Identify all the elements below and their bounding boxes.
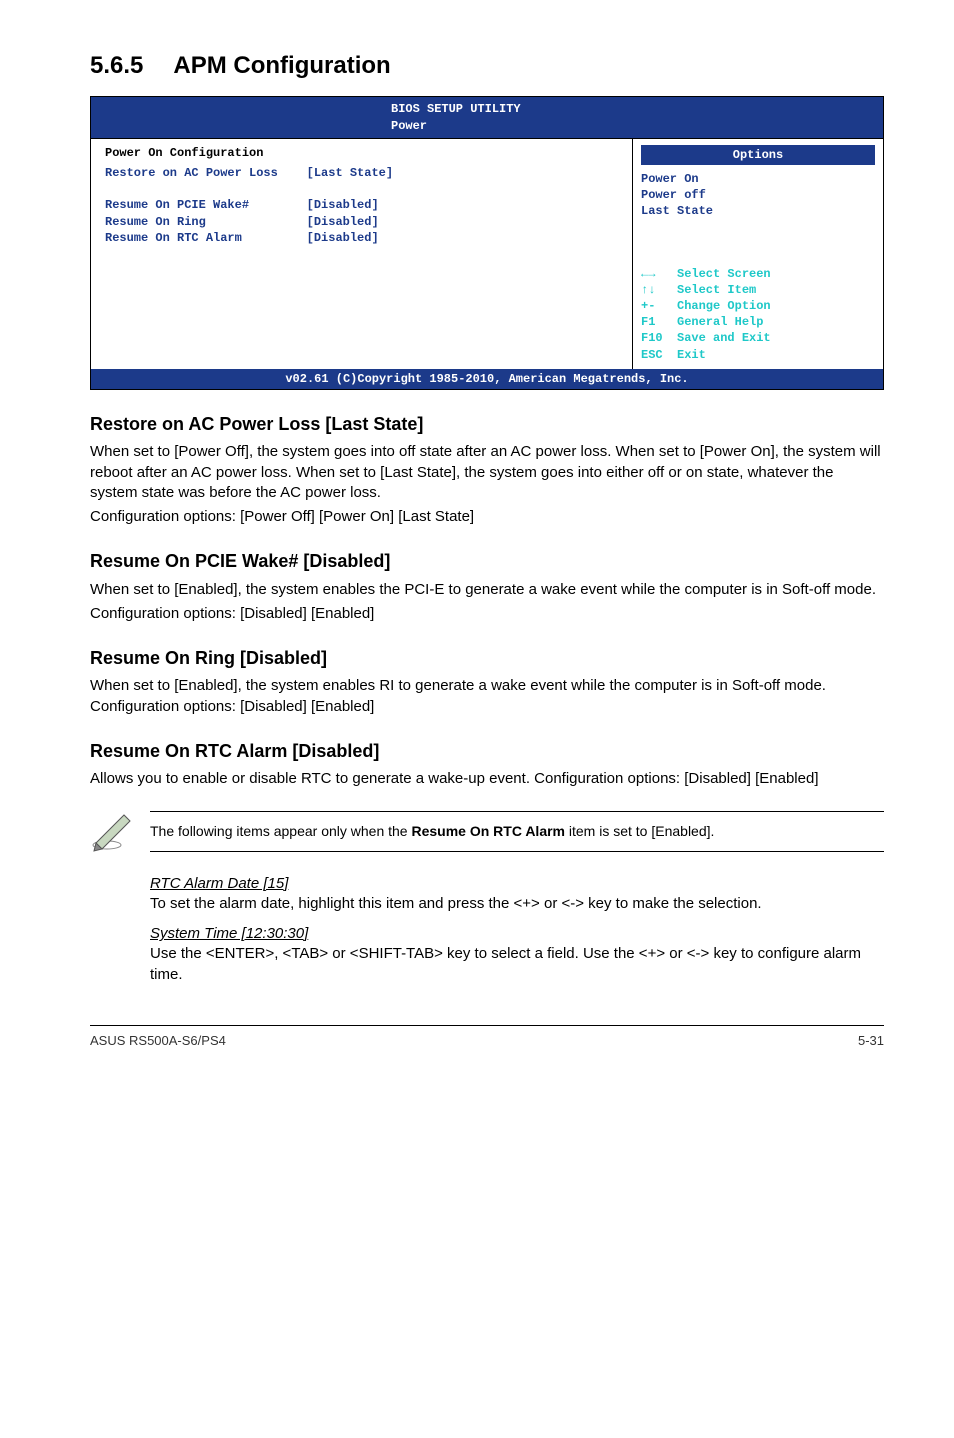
sub-item-systime: System Time [12:30:30] Use the <ENTER>, … bbox=[150, 924, 884, 985]
bios-item: Resume On PCIE Wake# [Disabled] bbox=[105, 197, 622, 213]
bios-screen: BIOS SETUP UTILITY Power Power On Config… bbox=[90, 96, 884, 390]
para: To set the alarm date, highlight this it… bbox=[150, 894, 884, 914]
para: When set to [Power Off], the system goes… bbox=[90, 442, 884, 503]
bios-item: Resume On RTC Alarm [Disabled] bbox=[105, 230, 622, 246]
bios-item bbox=[105, 181, 622, 197]
bios-item: Resume On Ring [Disabled] bbox=[105, 214, 622, 230]
bios-right-panel: Options Power On Power off Last State ←→… bbox=[633, 139, 883, 369]
bios-options-values: Power On Power off Last State bbox=[641, 171, 875, 220]
heading-restore-ac: Restore on AC Power Loss [Last State] bbox=[90, 412, 884, 436]
footer-right: 5-31 bbox=[858, 1032, 884, 1050]
para: Configuration options: [Power Off] [Powe… bbox=[90, 507, 884, 527]
bios-header-tab: Power bbox=[91, 118, 883, 134]
heading-pcie-wake: Resume On PCIE Wake# [Disabled] bbox=[90, 549, 884, 573]
bios-panel-title: Power On Configuration bbox=[105, 145, 622, 165]
section-number: 5.6.5 bbox=[90, 52, 143, 79]
sub-heading-systime: System Time [12:30:30] bbox=[150, 924, 884, 944]
heading-resume-ring: Resume On Ring [Disabled] bbox=[90, 646, 884, 670]
page-footer: ASUS RS500A-S6/PS4 5-31 bbox=[90, 1025, 884, 1050]
note-prefix: The following items appear only when the bbox=[150, 823, 411, 839]
para: When set to [Enabled], the system enable… bbox=[90, 580, 884, 600]
heading-resume-rtc: Resume On RTC Alarm [Disabled] bbox=[90, 739, 884, 763]
note-block: The following items appear only when the… bbox=[90, 803, 884, 859]
note-bold: Resume On RTC Alarm bbox=[411, 823, 565, 839]
pencil-icon bbox=[90, 803, 150, 859]
footer-left: ASUS RS500A-S6/PS4 bbox=[90, 1032, 226, 1050]
bios-header: BIOS SETUP UTILITY Power bbox=[91, 97, 883, 137]
bios-header-title: BIOS SETUP UTILITY bbox=[91, 101, 883, 117]
bios-left-panel: Power On Configuration Restore on AC Pow… bbox=[91, 139, 633, 369]
bios-options-header: Options bbox=[641, 145, 875, 165]
para: Allows you to enable or disable RTC to g… bbox=[90, 769, 884, 789]
sub-heading-rtc: RTC Alarm Date [15] bbox=[150, 874, 884, 894]
note-suffix: item is set to [Enabled]. bbox=[565, 823, 714, 839]
bios-item: Restore on AC Power Loss [Last State] bbox=[105, 165, 622, 181]
sub-item-rtc: RTC Alarm Date [15] To set the alarm dat… bbox=[150, 874, 884, 915]
para: Use the <ENTER>, <TAB> or <SHIFT-TAB> ke… bbox=[150, 944, 884, 985]
para: Configuration options: [Disabled] [Enabl… bbox=[90, 604, 884, 624]
bios-nav-keys: ←→ Select Screen ↑↓ Select Item +- Chang… bbox=[641, 266, 875, 363]
bios-footer: v02.61 (C)Copyright 1985-2010, American … bbox=[91, 369, 883, 389]
note-text: The following items appear only when the… bbox=[150, 811, 884, 852]
para: When set to [Enabled], the system enable… bbox=[90, 676, 884, 717]
section-heading: 5.6.5 APM Configuration bbox=[90, 50, 884, 82]
section-title: APM Configuration bbox=[173, 52, 390, 79]
